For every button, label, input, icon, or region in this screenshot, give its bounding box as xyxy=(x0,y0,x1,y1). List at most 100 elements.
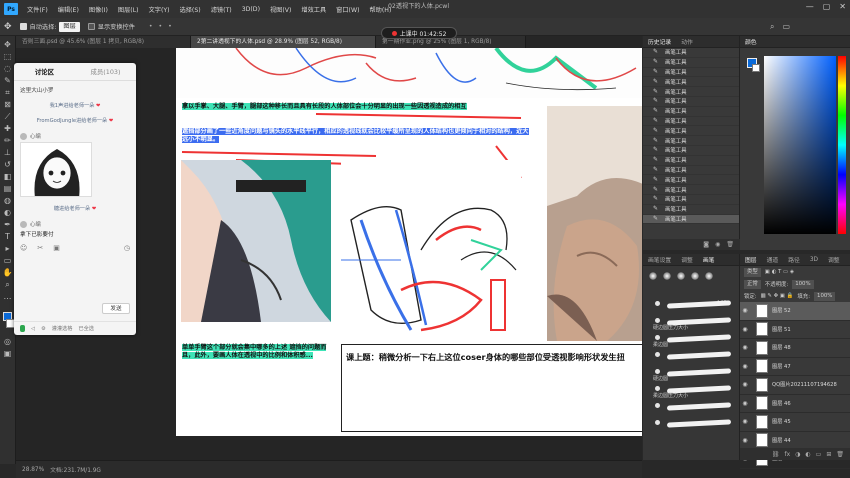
brush-preset[interactable] xyxy=(649,299,733,313)
move-tool-icon[interactable]: ✥ xyxy=(4,22,12,32)
menu-filter[interactable]: 滤镜(T) xyxy=(206,5,237,14)
history-row[interactable]: ✎ 画笔工具 xyxy=(643,146,739,156)
new-layer-icon[interactable]: ⊞ xyxy=(826,451,831,458)
brush-preset[interactable]: 柔边圆压力大小 xyxy=(649,384,733,399)
history-row[interactable]: ✎ 画笔工具 xyxy=(643,87,739,97)
fill-input[interactable]: 100% xyxy=(814,291,836,301)
speaker-icon[interactable]: ◁ xyxy=(31,326,35,332)
tab-document-1[interactable]: 否则三面.psd @ 45.6% (图层 1 拷贝, RGB/8) xyxy=(16,36,191,48)
brush-tip-preset[interactable] xyxy=(705,272,713,280)
visibility-eye-icon[interactable]: ◉ xyxy=(740,437,750,444)
bottom-label[interactable]: 灌灌选格 xyxy=(52,325,73,332)
tab-adjust[interactable]: 调整 xyxy=(823,255,845,264)
color-picker-field[interactable] xyxy=(764,56,836,234)
hand-tool-icon[interactable]: ✋ xyxy=(3,268,13,277)
scissors-icon[interactable]: ✂ xyxy=(37,244,43,252)
menu-3d[interactable]: 3D(D) xyxy=(237,6,265,13)
lock-icons[interactable]: ▦ ✎ ✥ ▣ 🔒 xyxy=(761,293,794,299)
tab-layers[interactable]: 图层 xyxy=(740,255,762,264)
path-select-tool-icon[interactable]: ▸ xyxy=(3,244,13,253)
folder-icon[interactable]: ▭ xyxy=(816,451,822,458)
visibility-eye-icon[interactable]: ◉ xyxy=(740,400,750,407)
tab-brushes[interactable]: 画笔 xyxy=(698,255,720,264)
layer-row[interactable]: ◉ 图层 52 xyxy=(740,302,850,321)
menu-file[interactable]: 文件(F) xyxy=(22,5,53,14)
align-options-icon[interactable]: • • • xyxy=(149,23,174,30)
history-row[interactable]: ✎ 画笔工具 xyxy=(643,136,739,146)
tab-3d[interactable]: 3D xyxy=(805,257,823,263)
menu-layer[interactable]: 图层(L) xyxy=(113,5,144,14)
menu-edit[interactable]: 编辑(E) xyxy=(53,5,84,14)
workspace-icon[interactable]: ▭ xyxy=(782,22,790,32)
fx-icon[interactable]: fx xyxy=(785,451,791,458)
adjustment-icon[interactable]: ◐ xyxy=(805,451,810,458)
auto-select-option[interactable]: 自动选择: 图层 xyxy=(19,21,80,32)
healing-tool-icon[interactable]: ✚ xyxy=(3,124,13,133)
gradient-tool-icon[interactable]: ▤ xyxy=(3,184,13,193)
history-row[interactable]: ✎ 画笔工具 xyxy=(643,77,739,88)
history-row[interactable]: ✎ 画笔工具 xyxy=(643,175,739,186)
brush-preset[interactable]: 硬边圆 xyxy=(649,367,733,382)
history-row[interactable]: ✎ 画笔工具 xyxy=(643,205,739,215)
tab-members[interactable]: 成员(103) xyxy=(75,67,136,76)
tab-channels[interactable]: 通道 xyxy=(762,255,784,264)
microphone-icon[interactable] xyxy=(20,325,25,332)
quick-mask-icon[interactable]: ◎ xyxy=(3,337,13,346)
layer-filter-dropdown[interactable]: 类型 xyxy=(744,267,761,277)
emoji-icon[interactable]: ☺ xyxy=(20,244,27,252)
zoom-tool-icon[interactable]: ⌕ xyxy=(3,280,13,289)
brush-tool-icon[interactable]: ✏ xyxy=(3,136,13,145)
brush-preset[interactable]: 硬边圆压力大小 xyxy=(649,316,733,331)
history-row[interactable]: ✎ 画笔工具 xyxy=(643,117,739,127)
layer-row[interactable]: ◉ 图层 46 xyxy=(740,395,850,413)
history-row[interactable]: ✎ 画笔工具 xyxy=(643,97,739,107)
zoom-level[interactable]: 28.87% xyxy=(22,467,44,473)
menu-plugins[interactable]: 增效工具 xyxy=(296,5,331,14)
chat-sticker-image[interactable] xyxy=(20,142,92,197)
auto-select-checkbox[interactable] xyxy=(19,23,27,30)
stamp-tool-icon[interactable]: ⊥ xyxy=(3,148,13,157)
document-canvas[interactable]: 拿以手掌、大腿、手臂，腿部这种移长而且具有长段的人体部位会十分明显的出现一些因透… xyxy=(176,48,642,436)
camera-icon[interactable]: ◉ xyxy=(715,241,720,248)
history-row[interactable]: ✎ 画笔工具 xyxy=(643,185,739,195)
snapshot-icon[interactable]: ◙ xyxy=(703,241,709,248)
history-row[interactable]: ✎ 画笔工具 xyxy=(643,126,739,137)
layer-row[interactable]: ◉ 图层 48 xyxy=(740,339,850,358)
visibility-eye-icon[interactable]: ◉ xyxy=(740,307,750,314)
close-icon[interactable]: ✕ xyxy=(839,2,846,11)
eyedropper-tool-icon[interactable]: ⟋ xyxy=(3,112,13,121)
layer-row[interactable]: ◉ 图层 45 xyxy=(740,413,850,432)
trash-icon[interactable]: 🗑 xyxy=(726,241,734,248)
type-tool-icon[interactable]: T xyxy=(3,232,13,241)
brush-preset[interactable] xyxy=(649,418,733,432)
frame-tool-icon[interactable]: ⊠ xyxy=(3,100,13,109)
tab-discussion[interactable]: 讨论区 xyxy=(14,67,75,76)
tab-brush-settings[interactable]: 画笔设置 xyxy=(643,255,676,264)
search-icon[interactable]: ⌕ xyxy=(770,22,774,32)
show-transform-option[interactable]: 显示变换控件 xyxy=(87,22,135,31)
eraser-tool-icon[interactable]: ◧ xyxy=(3,172,13,181)
show-transform-checkbox[interactable] xyxy=(87,23,95,30)
hue-slider[interactable] xyxy=(838,56,846,234)
visibility-eye-icon[interactable]: ◉ xyxy=(740,363,750,370)
opacity-input[interactable]: 100% xyxy=(792,279,814,289)
visibility-eye-icon[interactable]: ◉ xyxy=(740,344,750,351)
blur-tool-icon[interactable]: ◍ xyxy=(3,196,13,205)
brush-tip-preset[interactable] xyxy=(677,272,685,280)
tab-document-2[interactable]: 2第二讲透视下的人体.psd @ 28.9% (图层 52, RGB/8) xyxy=(191,36,376,48)
history-row[interactable]: ✎ 画笔工具 xyxy=(643,166,739,176)
history-row[interactable]: ✎ 画笔工具 xyxy=(643,156,739,166)
layer-row[interactable]: ◉ 图层 47 xyxy=(740,358,850,376)
menu-view[interactable]: 视图(V) xyxy=(265,5,296,14)
tab-history[interactable]: 历史记录 xyxy=(643,37,676,46)
visibility-eye-icon[interactable]: ◉ xyxy=(740,326,750,333)
background-color-swatch[interactable] xyxy=(752,64,760,72)
filter-icons[interactable]: ▣ ◐ T ▭ ◈ xyxy=(765,269,794,275)
pen-tool-icon[interactable]: ✒ xyxy=(3,220,13,229)
menu-image[interactable]: 图像(I) xyxy=(84,5,113,14)
history-row[interactable]: ✎ 画笔工具 xyxy=(643,68,739,78)
blend-mode-dropdown[interactable]: 正常 xyxy=(744,279,761,289)
brush-tip-preset[interactable] xyxy=(663,272,671,280)
lasso-tool-icon[interactable]: ◌ xyxy=(3,64,13,73)
trash-icon[interactable]: 🗑 xyxy=(836,451,844,458)
